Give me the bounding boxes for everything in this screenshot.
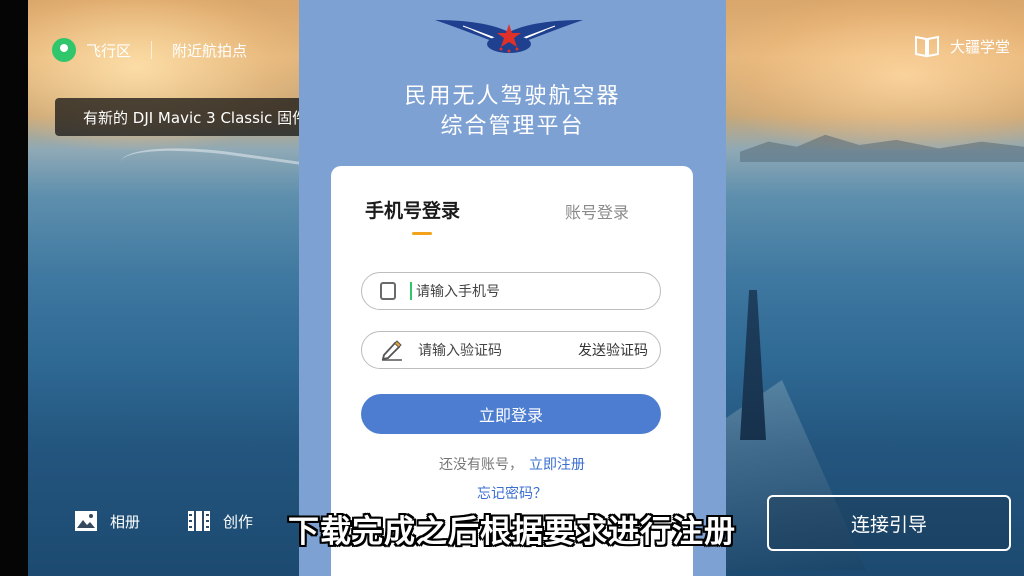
pen-icon <box>381 340 402 361</box>
code-placeholder: 请输入验证码 <box>418 343 502 359</box>
fly-zone-link[interactable]: 飞行区 <box>86 40 131 61</box>
active-tab-indicator <box>412 232 432 235</box>
tab-account-login[interactable]: 账号登录 <box>565 199 629 223</box>
forgot-password-link[interactable]: 忘记密码？ <box>331 483 693 503</box>
register-link[interactable]: 立即注册 <box>529 457 585 473</box>
phone-placeholder: 请输入手机号 <box>416 284 500 300</box>
login-button[interactable]: 立即登录 <box>361 394 661 434</box>
caac-wings-emblem-icon <box>435 20 583 53</box>
academy-label: 大疆学堂 <box>949 37 1010 56</box>
no-account-text: 还没有账号， <box>439 457 523 473</box>
verification-code-input[interactable]: 请输入验证码 发送验证码 <box>361 331 661 369</box>
login-panel: 民用无人驾驶航空器 综合管理平台 手机号登录 账号登录 请输入手机号 请输入验证… <box>299 0 726 576</box>
phone-icon <box>380 282 396 300</box>
book-icon <box>914 34 940 58</box>
top-nav-left: 飞行区 附近航拍点 <box>52 36 247 64</box>
register-prompt: 还没有账号， 立即注册 <box>331 454 693 474</box>
phone-input[interactable]: 请输入手机号 <box>361 272 661 310</box>
left-black-strip <box>0 0 28 576</box>
text-cursor <box>410 282 412 300</box>
video-subtitle: 下载完成之后根据要求进行注册 <box>288 514 736 550</box>
academy-link[interactable]: 大疆学堂 <box>914 34 1010 58</box>
nav-divider <box>151 41 153 59</box>
screen: 飞行区 附近航拍点 大疆学堂 有新的 DJI Mavic 3 Classic 固… <box>0 0 1024 576</box>
location-pin-icon[interactable] <box>52 38 76 62</box>
send-code-button[interactable]: 发送验证码 <box>578 340 648 360</box>
nearby-photo-spots-link[interactable]: 附近航拍点 <box>172 40 247 61</box>
sky-glow-right <box>726 0 1024 150</box>
firmware-update-notice[interactable]: 有新的 DJI Mavic 3 Classic 固件 <box>55 98 299 136</box>
panel-title-line1: 民用无人驾驶航空器 <box>404 84 621 109</box>
panel-title-line2: 综合管理平台 <box>440 114 585 139</box>
tab-phone-login[interactable]: 手机号登录 <box>365 196 460 223</box>
